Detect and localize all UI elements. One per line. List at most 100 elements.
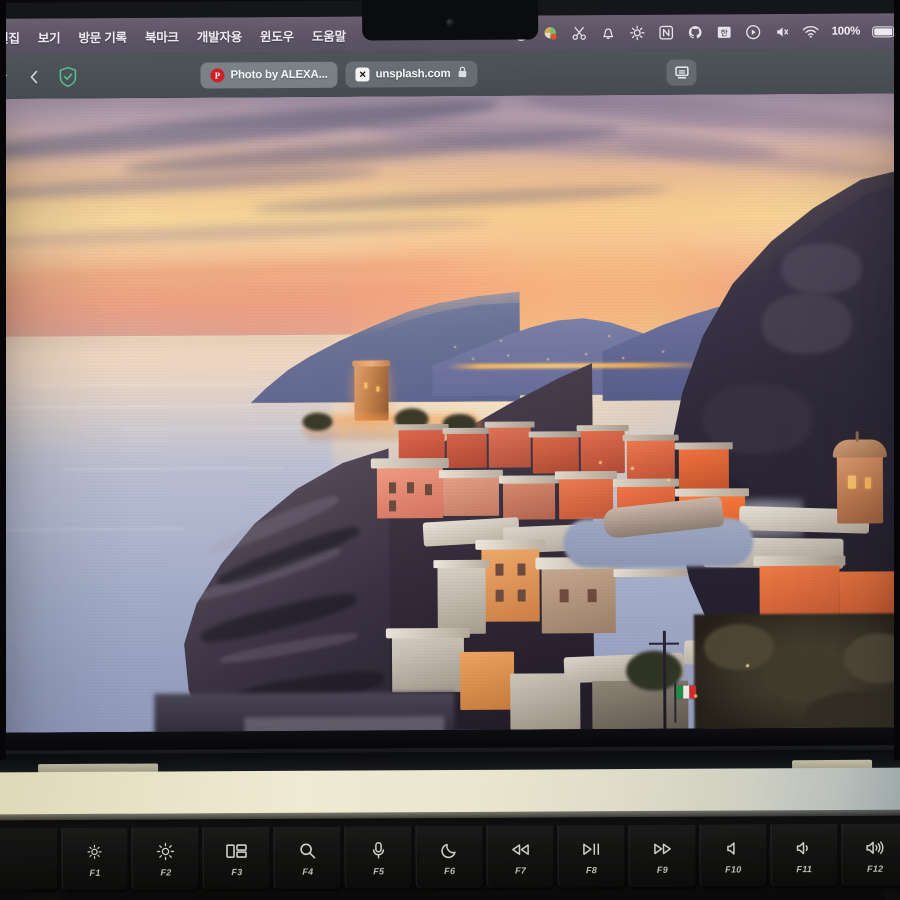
town-light (507, 354, 510, 357)
fkey-f4[interactable]: F4 (273, 826, 342, 889)
window (517, 563, 526, 576)
town-light (547, 358, 550, 361)
battery-icon[interactable] (872, 25, 895, 37)
window (388, 482, 397, 494)
screenshot-root: 편집 보기 방문 기록 북마크 개발자용 윈도우 도움말 한 100% P Ph… (0, 0, 900, 900)
now-playing-icon[interactable] (745, 24, 762, 41)
fkey-label: F6 (444, 865, 456, 876)
bell-icon[interactable] (600, 24, 617, 41)
terrace-light (342, 430, 346, 434)
church-finial (855, 431, 859, 442)
roof (613, 568, 688, 578)
tab-title: Photo by ALEXA... (230, 68, 328, 82)
color-picker-icon[interactable] (542, 25, 559, 42)
hillside-light (608, 335, 611, 338)
fkey-f2[interactable]: F2 (131, 827, 201, 890)
tower-window (364, 382, 368, 389)
window-light (746, 664, 750, 668)
fkey-f11[interactable]: F11 (770, 823, 839, 887)
menu-bookmarks[interactable]: 북마크 (136, 26, 188, 45)
fkey-f10[interactable]: F10 (699, 824, 768, 887)
brightness-down-icon (86, 840, 104, 862)
window (495, 563, 504, 576)
window (559, 589, 569, 603)
house (626, 438, 675, 479)
house (488, 425, 531, 468)
roof (674, 488, 750, 497)
terrace-light (370, 426, 374, 430)
brightness-icon[interactable] (629, 24, 646, 41)
cliff-texture (781, 243, 862, 294)
battery-percentage: 100% (831, 25, 861, 38)
roof (674, 442, 733, 450)
house-white (437, 565, 486, 635)
back-button[interactable] (19, 63, 49, 89)
mission-control-icon (226, 840, 248, 862)
menu-develop[interactable]: 개발자용 (188, 26, 251, 45)
fkey-f9[interactable]: F9 (628, 824, 697, 888)
menu-view[interactable]: 보기 (29, 27, 70, 46)
window (406, 482, 415, 494)
roof (394, 424, 449, 431)
house (618, 575, 684, 633)
adguard-shield-icon[interactable] (52, 63, 82, 89)
window (424, 484, 433, 496)
castle-tower (354, 364, 389, 421)
italian-flag (676, 685, 697, 699)
roof (438, 469, 503, 479)
fkey-f8[interactable]: F8 (557, 825, 626, 888)
scissors-icon[interactable] (571, 25, 588, 42)
roof (498, 475, 559, 484)
notion-icon[interactable] (658, 24, 675, 41)
volume-muted-icon[interactable] (774, 23, 791, 40)
roof (370, 458, 449, 469)
roof (484, 421, 535, 428)
input-source-korean-icon[interactable]: 한 (716, 24, 733, 41)
tab-unsplash[interactable]: ✕ unsplash.com (345, 60, 478, 88)
fkey-f6[interactable]: F6 (415, 825, 484, 889)
house (532, 435, 579, 474)
fkey-label: F1 (89, 867, 101, 878)
fkey-label: F9 (656, 864, 669, 875)
github-icon[interactable] (687, 24, 704, 41)
fkey-label: F8 (585, 864, 598, 875)
display-area: 편집 보기 방문 기록 북마크 개발자용 윈도우 도움말 한 100% P Ph… (0, 13, 900, 733)
window (495, 589, 504, 602)
fkey-f3[interactable]: F3 (202, 826, 271, 890)
belfry-opening (864, 477, 871, 489)
fkey-label: F12 (866, 863, 884, 874)
unsplash-photo-vernazza[interactable] (0, 93, 900, 733)
laptop-screen-assembly: 편집 보기 방문 기록 북마크 개발자용 윈도우 도움말 한 100% P Ph… (0, 0, 900, 767)
house-orange (459, 651, 515, 710)
airplay-screen-button[interactable] (666, 59, 697, 86)
fkey-f7[interactable]: F7 (486, 825, 555, 888)
house-stone (541, 566, 616, 634)
fkey-label: F11 (796, 863, 813, 874)
function-key-row: F1 F2 F3 F4 F5 F6 F7 F8 F9 F10 F11 F12 (0, 823, 900, 900)
fkey-f1[interactable]: F1 (60, 827, 130, 891)
volume-down-icon (795, 837, 813, 859)
tree (302, 412, 333, 431)
esc-key-area[interactable] (0, 828, 59, 891)
battery-fill (874, 27, 893, 35)
fkey-label: F3 (231, 866, 243, 877)
menu-window[interactable]: 윈도우 (251, 25, 303, 44)
roof (475, 539, 546, 550)
belfry-opening (847, 475, 856, 489)
menu-history[interactable]: 방문 기록 (69, 26, 136, 45)
menu-help[interactable]: 도움말 (303, 25, 355, 44)
media-fast-forward-icon (651, 837, 673, 859)
tower-window (376, 386, 380, 392)
roof (576, 424, 629, 432)
svg-text:한: 한 (720, 29, 728, 38)
fkey-f12[interactable]: F12 (841, 823, 900, 886)
roof (554, 470, 617, 480)
wifi-icon[interactable] (803, 23, 820, 40)
unsplash-icon: ✕ (355, 67, 370, 82)
spotlight-search-icon (299, 839, 317, 861)
fkey-f5[interactable]: F5 (344, 826, 413, 889)
window-light (666, 478, 670, 482)
do-not-disturb-moon-icon (441, 838, 459, 860)
left-dark-edge (0, 0, 6, 760)
tab-photo-by-alexa[interactable]: P Photo by ALEXA... (200, 61, 338, 89)
